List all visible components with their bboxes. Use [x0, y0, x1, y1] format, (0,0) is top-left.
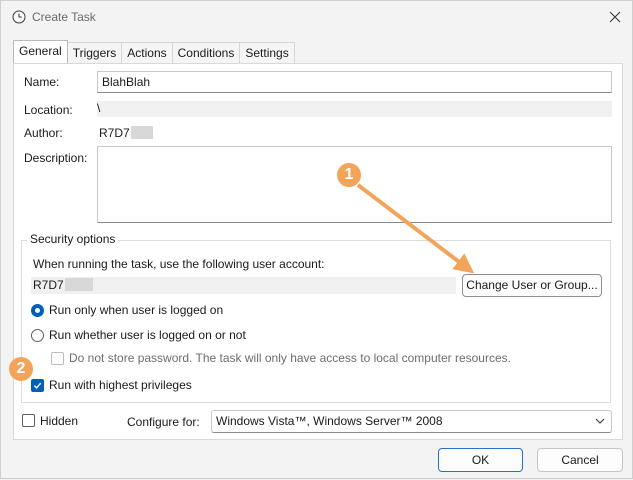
user-account-display: R7D7 [33, 278, 93, 292]
author-label: Author: [24, 126, 63, 140]
redacted-block [130, 126, 153, 139]
create-task-window: Create Task General Triggers Actions Con… [0, 0, 633, 479]
location-value: \ [97, 101, 101, 115]
clock-icon [12, 10, 26, 24]
hidden-checkbox[interactable] [22, 414, 35, 427]
window-title: Create Task [32, 10, 96, 24]
tab-strip: General Triggers Actions Conditions Sett… [13, 40, 295, 64]
tab-settings[interactable]: Settings [239, 42, 295, 63]
user-account-field: R7D7 [31, 277, 456, 294]
configure-for-label: Configure for: [127, 415, 200, 429]
user-account-value: R7D7 [33, 278, 64, 292]
run-logged-on-radio[interactable] [31, 304, 44, 317]
no-store-password-label: Do not store password. The task will onl… [69, 351, 511, 365]
tab-triggers[interactable]: Triggers [66, 42, 123, 63]
name-input[interactable]: BlahBlah [97, 71, 612, 93]
change-user-or-group-button[interactable]: Change User or Group... [462, 274, 602, 297]
chevron-down-icon [595, 418, 605, 424]
cancel-button[interactable]: Cancel [537, 448, 623, 472]
author-field: R7D7 [99, 126, 153, 140]
security-options-legend: Security options [27, 232, 119, 246]
run-whether-radio[interactable] [31, 329, 44, 342]
highest-privileges-label[interactable]: Run with highest privileges [49, 378, 192, 392]
ok-button[interactable]: OK [438, 448, 523, 472]
location-field: \ [97, 101, 612, 117]
tab-conditions[interactable]: Conditions [171, 42, 241, 63]
configure-for-select[interactable]: Windows Vista™, Windows Server™ 2008 [211, 410, 612, 433]
configure-for-value: Windows Vista™, Windows Server™ 2008 [216, 414, 443, 428]
user-account-prompt: When running the task, use the following… [33, 257, 325, 271]
checkmark-icon [33, 382, 42, 389]
hidden-label[interactable]: Hidden [40, 414, 78, 428]
annotation-badge-1: 1 [337, 163, 361, 187]
highest-privileges-checkbox[interactable] [31, 379, 44, 392]
name-label: Name: [24, 75, 60, 89]
no-store-password-checkbox[interactable] [51, 352, 64, 365]
tab-general[interactable]: General [13, 40, 68, 63]
tab-actions[interactable]: Actions [121, 42, 173, 63]
close-button[interactable] [601, 5, 629, 29]
location-label: Location: [24, 103, 73, 117]
title-bar: Create Task [1, 1, 632, 33]
description-label: Description: [24, 151, 88, 165]
annotation-badge-2: 2 [9, 357, 33, 381]
close-icon [609, 11, 621, 23]
redacted-block [64, 278, 93, 291]
run-whether-label[interactable]: Run whether user is logged on or not [49, 328, 246, 342]
author-value: R7D7 [99, 126, 130, 140]
run-logged-on-label[interactable]: Run only when user is logged on [49, 303, 223, 317]
